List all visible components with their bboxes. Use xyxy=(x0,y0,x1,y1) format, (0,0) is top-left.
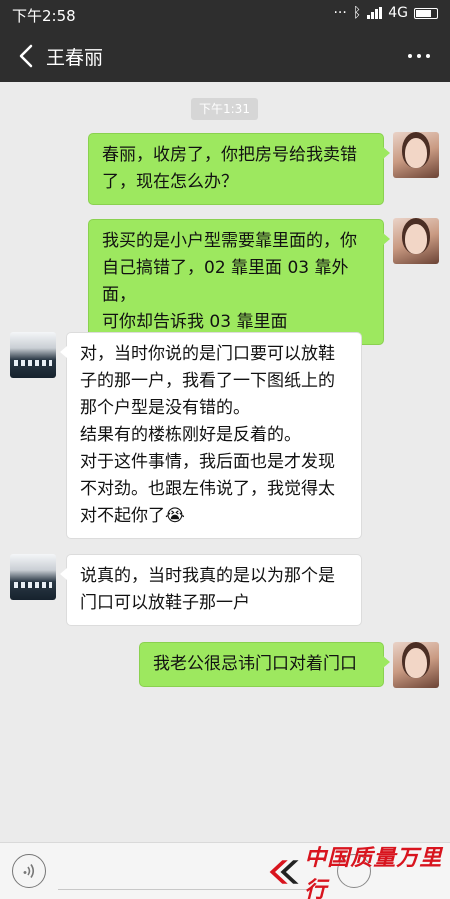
message-bubble-contact[interactable]: 对，当时你说的是门口要可以放鞋 子的那一户，我看了一下图纸上的 那个户型是没有错… xyxy=(60,332,362,539)
contact-name: 王春丽 xyxy=(46,47,104,69)
more-options-icon[interactable] xyxy=(408,54,430,58)
message-bubble-self[interactable]: 春丽，收房了，你把房号给我卖错 了，现在怎么办？ xyxy=(88,133,390,205)
chat-header: 王春丽 xyxy=(0,30,450,82)
status-icons: ··· ᛒ 4G xyxy=(333,5,438,21)
notification-dots-icon: ··· xyxy=(333,5,347,21)
self-avatar[interactable] xyxy=(393,642,439,688)
network-type: 4G xyxy=(388,5,408,21)
back-arrow-icon[interactable] xyxy=(16,43,38,69)
watermark: 中国质量万里行 xyxy=(266,845,450,899)
message-timestamp: 下午1:31 xyxy=(191,98,258,120)
watermark-logo xyxy=(269,860,299,884)
signal-icon xyxy=(367,7,383,19)
voice-input-icon[interactable] xyxy=(12,854,46,888)
watermark-text: 中国质量万里行 xyxy=(304,845,443,899)
contact-avatar[interactable] xyxy=(10,554,56,600)
contact-avatar[interactable] xyxy=(10,332,56,378)
message-bubble-self[interactable]: 我老公很忌讳门口对着门口 xyxy=(139,642,390,687)
status-time: 下午2:58 xyxy=(12,7,76,25)
status-bar: 下午2:58 ··· ᛒ 4G xyxy=(0,0,450,30)
self-avatar[interactable] xyxy=(393,218,439,264)
battery-icon xyxy=(414,7,438,19)
chat-area[interactable]: 下午1:31 春丽，收房了，你把房号给我卖错 了，现在怎么办？ 我买的是小户型需… xyxy=(0,82,450,842)
message-bubble-self[interactable]: 我买的是小户型需要靠里面的，你 自己搞错了，02 靠里面 03 靠外面， 可你却… xyxy=(88,219,390,345)
bluetooth-icon: ᛒ xyxy=(352,5,362,21)
self-avatar[interactable] xyxy=(393,132,439,178)
message-bubble-contact[interactable]: 说真的，当时我真的是以为那个是 门口可以放鞋子那一户 xyxy=(60,554,362,626)
